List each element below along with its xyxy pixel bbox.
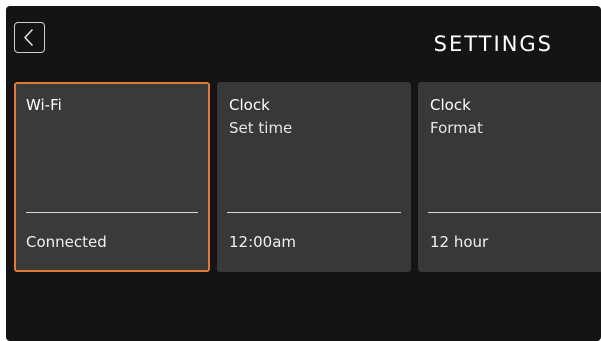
tile-title: Wi-Fi — [26, 96, 62, 114]
page-title: SETTINGS — [433, 32, 553, 56]
tile-title: Clock — [430, 96, 471, 114]
tile-divider — [227, 212, 401, 213]
tile-title: Clock — [229, 96, 270, 114]
tile-subtitle: Format — [430, 119, 483, 137]
wifi-tile[interactable]: Wi-Fi Connected — [14, 82, 210, 272]
tile-divider — [26, 212, 198, 213]
tile-value: 12:00am — [229, 233, 297, 251]
screen: SETTINGS Wi-Fi Connected Clock Set time … — [0, 0, 601, 341]
chevron-left-icon — [24, 29, 33, 46]
settings-screen: SETTINGS Wi-Fi Connected Clock Set time … — [6, 6, 601, 341]
back-button[interactable] — [14, 22, 45, 53]
tile-value: 12 hour — [430, 233, 489, 251]
clock-set-time-tile[interactable]: Clock Set time 12:00am — [217, 82, 411, 272]
tile-subtitle: Set time — [229, 119, 293, 137]
tile-divider — [428, 212, 601, 213]
tile-status: Connected — [26, 233, 107, 251]
clock-format-tile[interactable]: Clock Format 12 hour — [418, 82, 601, 272]
